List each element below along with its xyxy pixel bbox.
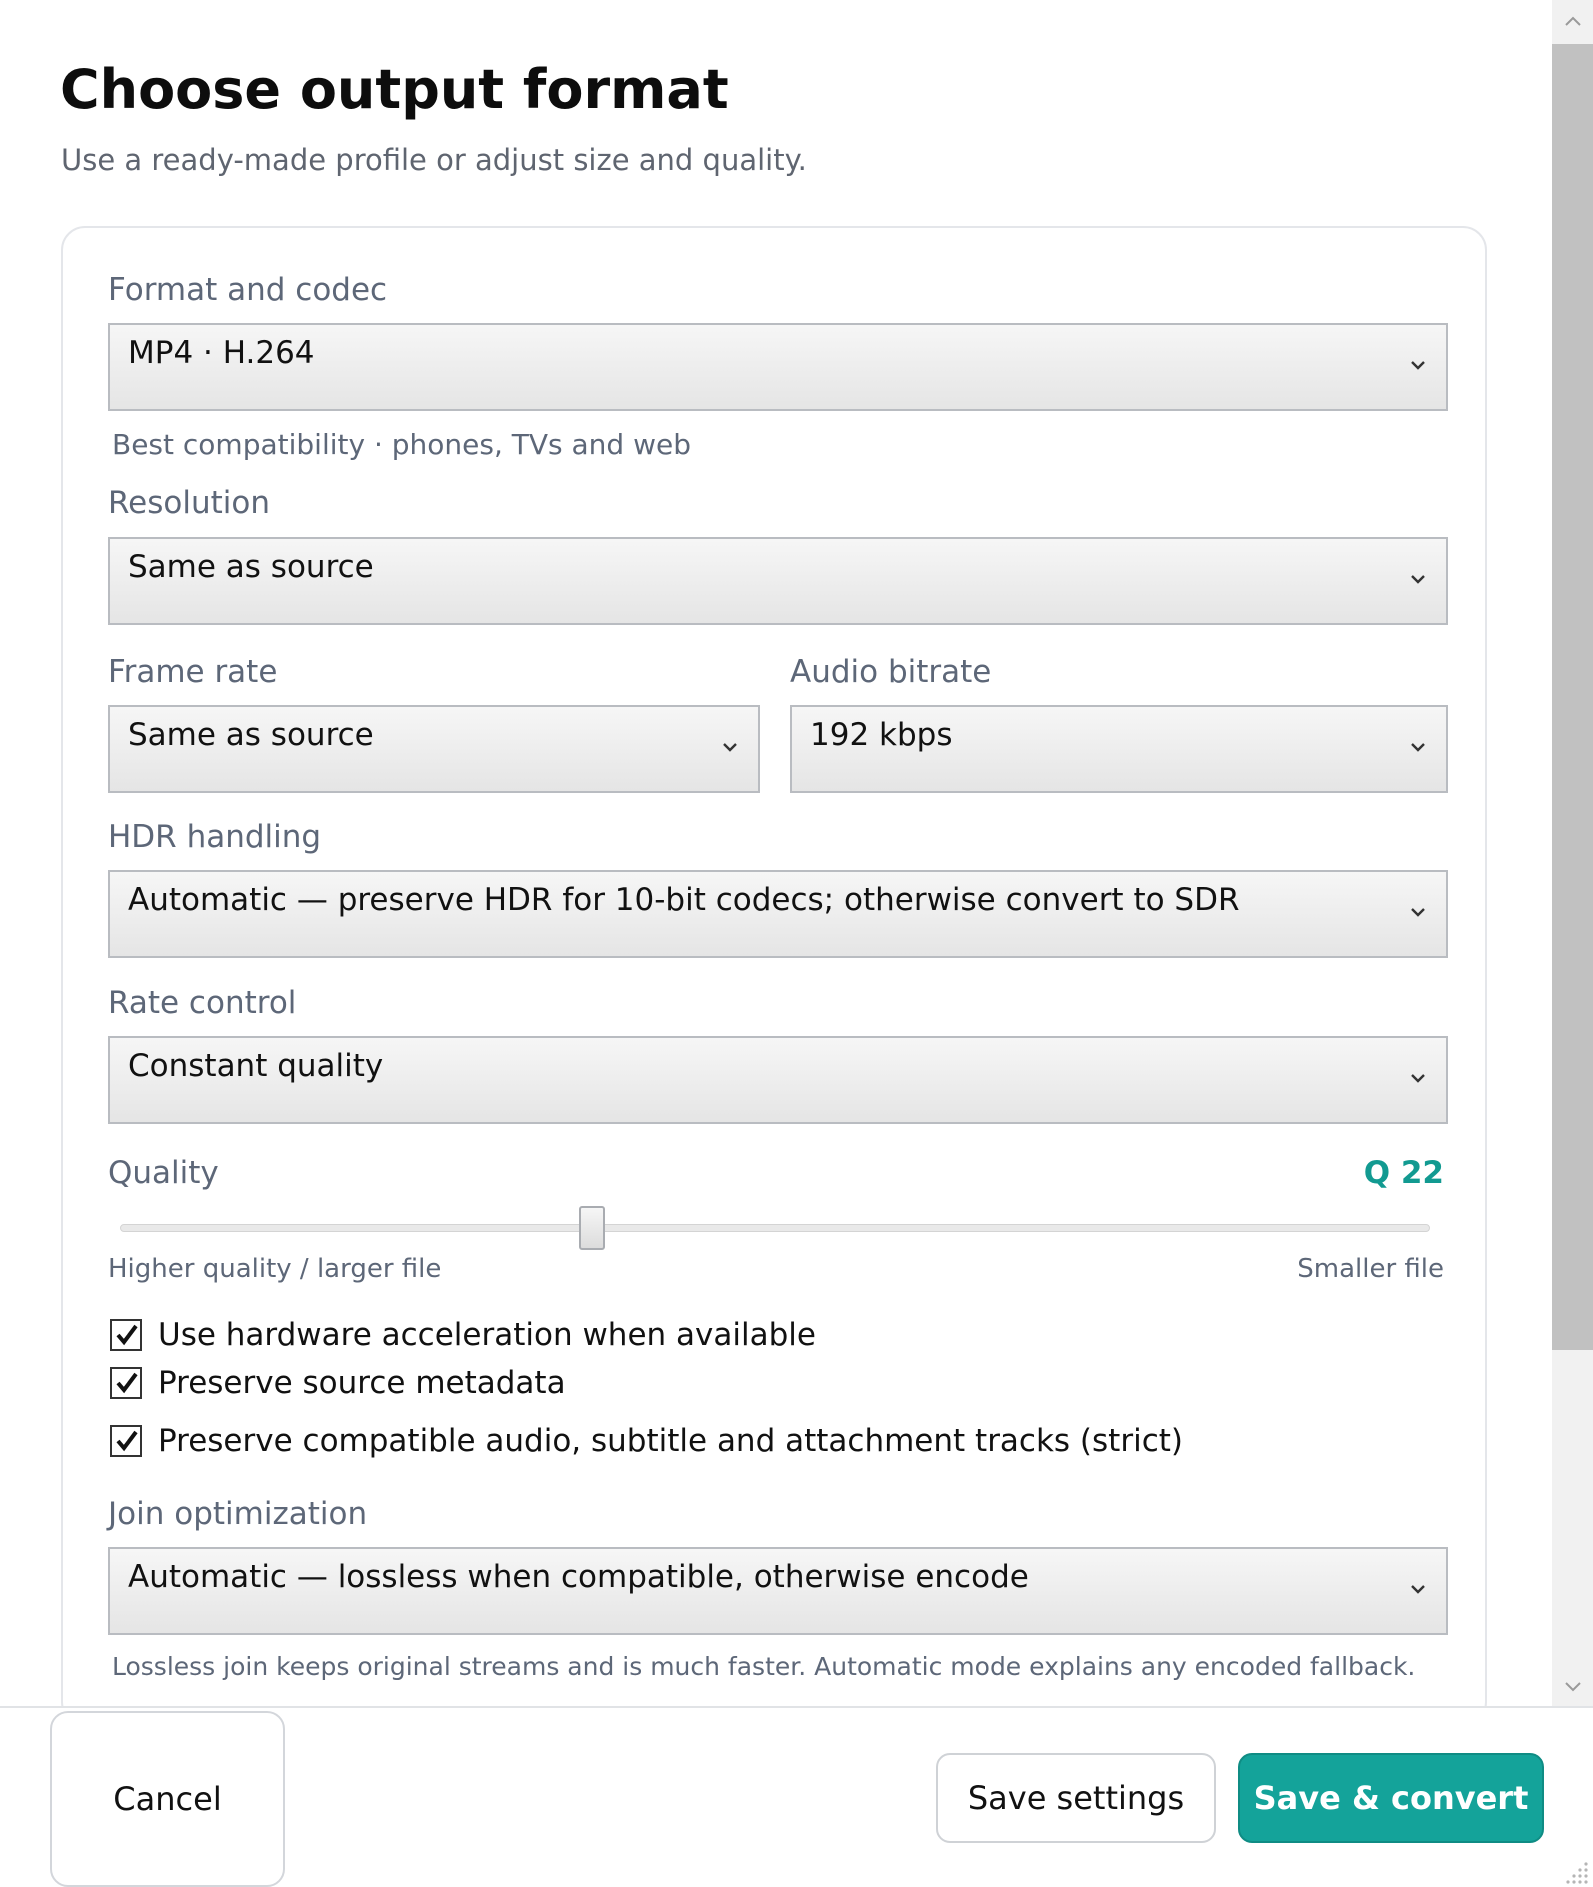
format-helper: Best compatibility · phones, TVs and web [112, 428, 691, 461]
checkbox-label: Preserve source metadata [158, 1365, 566, 1401]
frame-rate-select[interactable]: Same as source [108, 705, 760, 793]
page-title: Choose output format [60, 58, 729, 121]
save-and-convert-button[interactable]: Save & convert [1238, 1753, 1544, 1843]
checkbox-label: Use hardware acceleration when available [158, 1317, 816, 1353]
preserve-tracks-checkbox[interactable]: Preserve compatible audio, subtitle and … [110, 1423, 1183, 1459]
checkbox-box[interactable] [110, 1367, 142, 1399]
quality-right-hint: Smaller file [1297, 1254, 1444, 1284]
rate-control-value: Constant quality [128, 1048, 384, 1084]
checkmark-icon [116, 1372, 138, 1394]
chevron-down-icon [1411, 361, 1425, 370]
resolution-value: Same as source [128, 549, 374, 585]
frame-rate-label: Frame rate [108, 654, 278, 690]
audio-bitrate-select[interactable]: 192 kbps [790, 705, 1448, 793]
checkmark-icon [116, 1430, 138, 1452]
format-label: Format and codec [108, 272, 388, 308]
quality-left-hint: Higher quality / larger file [108, 1254, 442, 1284]
chevron-down-icon [1411, 1585, 1425, 1594]
checkmark-icon [116, 1324, 138, 1346]
chevron-up-icon[interactable] [1563, 14, 1583, 28]
resize-grip-icon[interactable] [1562, 1856, 1590, 1884]
save-settings-button[interactable]: Save settings [936, 1753, 1216, 1843]
chevron-down-icon[interactable] [1563, 1680, 1583, 1694]
join-helper: Lossless join keeps original streams and… [112, 1652, 1416, 1681]
chevron-down-icon [1411, 575, 1425, 584]
hdr-value: Automatic — preserve HDR for 10-bit code… [128, 882, 1240, 918]
checkbox-label: Preserve compatible audio, subtitle and … [158, 1423, 1183, 1459]
quality-slider-thumb[interactable] [578, 1206, 605, 1250]
checkbox-box[interactable] [110, 1319, 142, 1351]
quality-value: Q 22 [1363, 1155, 1444, 1191]
chevron-down-icon [1411, 908, 1425, 917]
chevron-down-icon [1411, 1074, 1425, 1083]
chevron-down-icon [1411, 743, 1425, 752]
scrollbar-thumb[interactable] [1552, 44, 1593, 1350]
cancel-button[interactable]: Cancel [50, 1711, 285, 1887]
page-subtitle: Use a ready-made profile or adjust size … [61, 143, 807, 177]
preserve-metadata-checkbox[interactable]: Preserve source metadata [110, 1365, 566, 1401]
hdr-select[interactable]: Automatic — preserve HDR for 10-bit code… [108, 870, 1448, 958]
checkbox-box[interactable] [110, 1425, 142, 1457]
frame-rate-value: Same as source [128, 717, 374, 753]
join-label: Join optimization [108, 1496, 368, 1532]
audio-bitrate-value: 192 kbps [810, 717, 953, 753]
audio-bitrate-label: Audio bitrate [790, 654, 992, 690]
chevron-down-icon [723, 743, 737, 752]
rate-control-select[interactable]: Constant quality [108, 1036, 1448, 1124]
resolution-select[interactable]: Same as source [108, 537, 1448, 625]
resolution-label: Resolution [108, 485, 270, 521]
hdr-label: HDR handling [108, 819, 322, 855]
quality-label: Quality [108, 1155, 219, 1191]
rate-control-label: Rate control [108, 985, 297, 1021]
format-select[interactable]: MP4 · H.264 [108, 323, 1448, 411]
join-value: Automatic — lossless when compatible, ot… [128, 1559, 1029, 1595]
format-value: MP4 · H.264 [128, 335, 315, 371]
join-select[interactable]: Automatic — lossless when compatible, ot… [108, 1547, 1448, 1635]
hardware-acceleration-checkbox[interactable]: Use hardware acceleration when available [110, 1317, 816, 1353]
quality-slider-track[interactable] [120, 1224, 1430, 1232]
